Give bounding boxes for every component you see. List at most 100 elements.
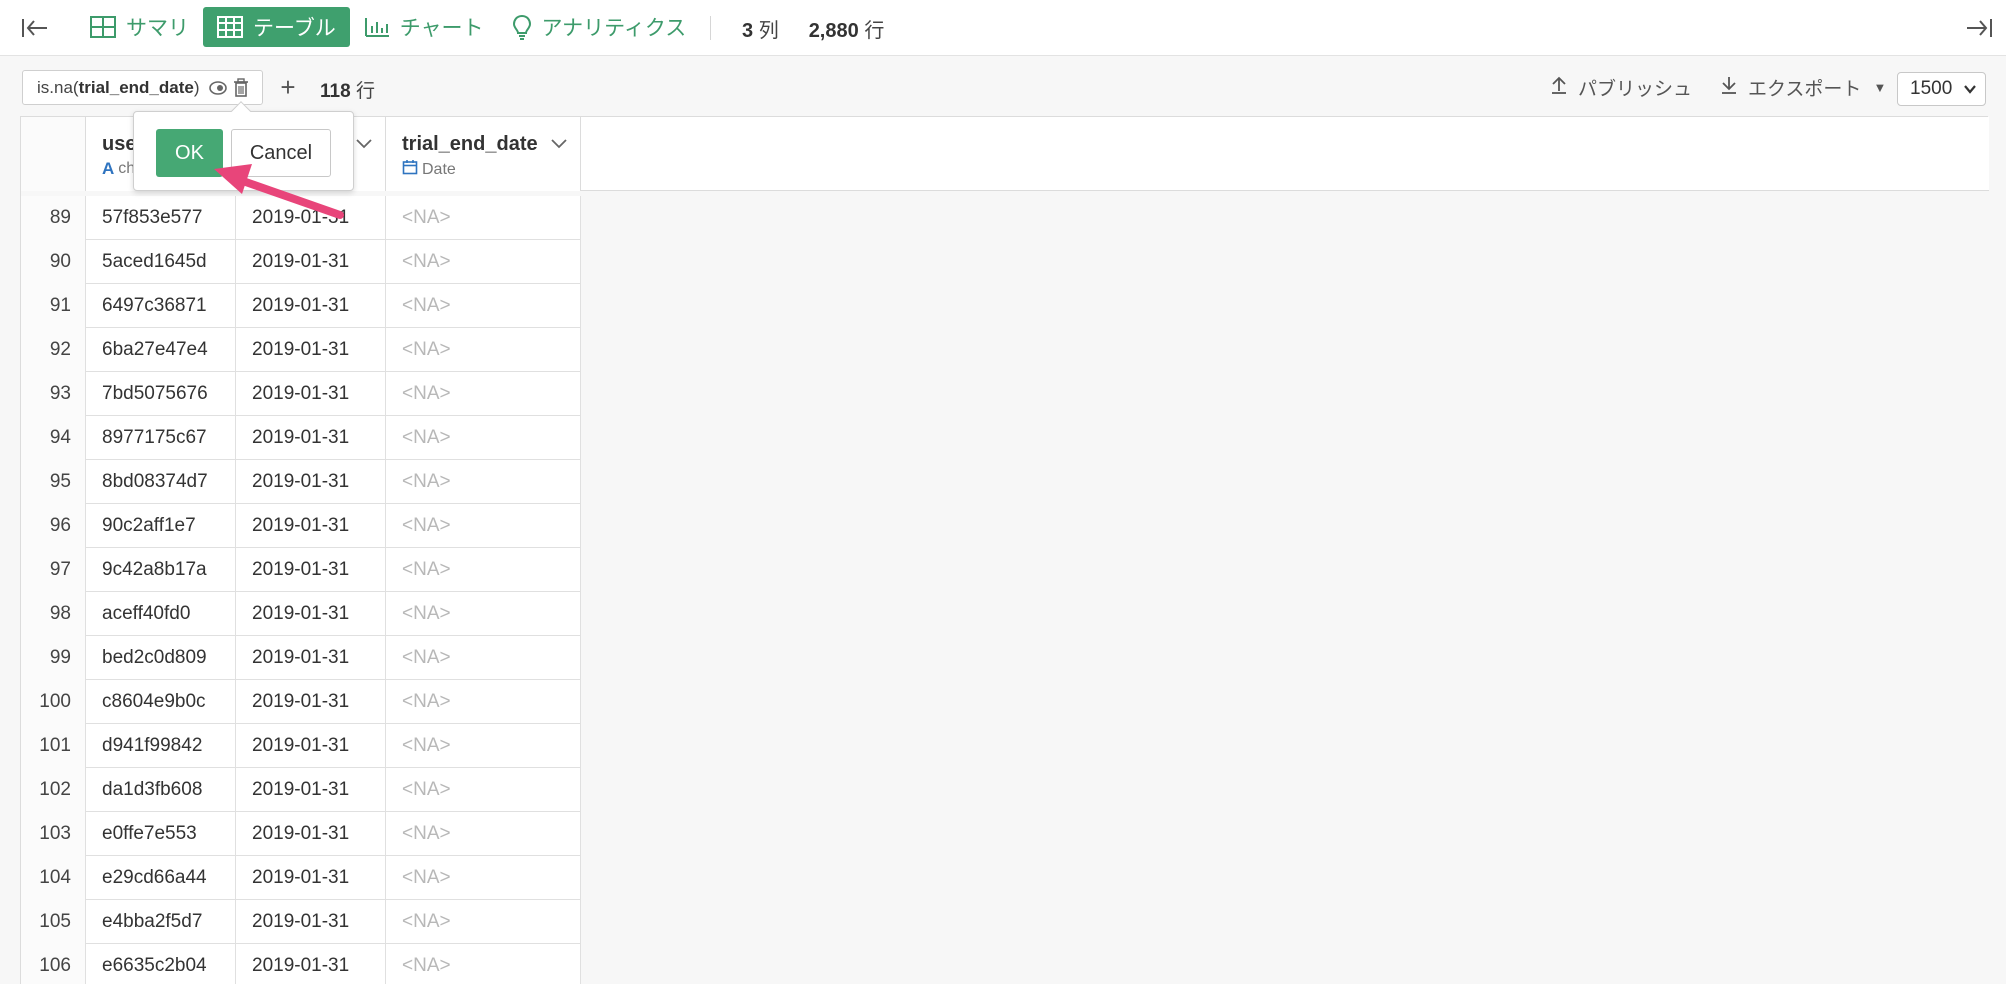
cell-user-id[interactable]: d941f99842: [86, 724, 236, 768]
row-index[interactable]: 104: [21, 856, 86, 900]
tab-summary[interactable]: サマリ: [76, 7, 203, 47]
chevron-down-icon[interactable]: [550, 137, 568, 156]
tab-analytics[interactable]: アナリティクス: [498, 7, 701, 47]
rows-per-page-select[interactable]: 1500: [1897, 72, 1986, 106]
cell-date[interactable]: 2019-01-31: [236, 416, 386, 460]
collapse-right-icon[interactable]: [1964, 14, 1994, 42]
tab-table[interactable]: テーブル: [203, 7, 350, 47]
row-index[interactable]: 99: [21, 636, 86, 680]
cell-date[interactable]: 2019-01-31: [236, 812, 386, 856]
row-index[interactable]: 89: [21, 196, 86, 240]
cell-date[interactable]: 2019-01-31: [236, 636, 386, 680]
cell-date[interactable]: 2019-01-31: [236, 284, 386, 328]
row-index[interactable]: 101: [21, 724, 86, 768]
cell-date[interactable]: 2019-01-31: [236, 768, 386, 812]
cell-trial-end-date[interactable]: <NA>: [386, 372, 581, 416]
cell-user-id[interactable]: aceff40fd0: [86, 592, 236, 636]
table-row: 103 e0ffe7e553 2019-01-31 <NA>: [21, 812, 581, 856]
cell-user-id[interactable]: e0ffe7e553: [86, 812, 236, 856]
cell-user-id[interactable]: 90c2aff1e7: [86, 504, 236, 548]
publish-button[interactable]: パブリッシュ: [1550, 74, 1692, 101]
cell-trial-end-date[interactable]: <NA>: [386, 196, 581, 240]
cancel-button[interactable]: Cancel: [231, 129, 331, 177]
cell-trial-end-date[interactable]: <NA>: [386, 724, 581, 768]
cell-user-id[interactable]: 6497c36871: [86, 284, 236, 328]
cell-user-id[interactable]: e6635c2b04: [86, 944, 236, 984]
column-count: 3 列: [742, 20, 779, 42]
cell-user-id[interactable]: 8bd08374d7: [86, 460, 236, 504]
ok-button[interactable]: OK: [156, 129, 223, 177]
cell-date[interactable]: 2019-01-31: [236, 328, 386, 372]
cell-trial-end-date[interactable]: <NA>: [386, 504, 581, 548]
cell-user-id[interactable]: 7bd5075676: [86, 372, 236, 416]
row-index[interactable]: 93: [21, 372, 86, 416]
cell-trial-end-date[interactable]: <NA>: [386, 240, 581, 284]
row-index[interactable]: 94: [21, 416, 86, 460]
cell-date[interactable]: 2019-01-31: [236, 900, 386, 944]
cell-trial-end-date[interactable]: <NA>: [386, 416, 581, 460]
row-index[interactable]: 102: [21, 768, 86, 812]
table-row: 96 90c2aff1e7 2019-01-31 <NA>: [21, 504, 581, 548]
tab-chart[interactable]: チャート: [350, 7, 498, 47]
cell-user-id[interactable]: e4bba2f5d7: [86, 900, 236, 944]
export-button[interactable]: エクスポート ▼: [1720, 74, 1886, 101]
row-index[interactable]: 95: [21, 460, 86, 504]
row-index[interactable]: 90: [21, 240, 86, 284]
cell-date[interactable]: 2019-01-31: [236, 944, 386, 984]
cell-date[interactable]: 2019-01-31: [236, 372, 386, 416]
data-size: 3 列 2,880 行: [742, 14, 884, 43]
cell-trial-end-date[interactable]: <NA>: [386, 680, 581, 724]
cell-trial-end-date[interactable]: <NA>: [386, 900, 581, 944]
upload-icon: [1550, 75, 1568, 101]
cell-user-id[interactable]: bed2c0d809: [86, 636, 236, 680]
table-row: 104 e29cd66a44 2019-01-31 <NA>: [21, 856, 581, 900]
cell-date[interactable]: 2019-01-31: [236, 724, 386, 768]
row-index[interactable]: 105: [21, 900, 86, 944]
cell-date[interactable]: 2019-01-31: [236, 856, 386, 900]
cell-trial-end-date[interactable]: <NA>: [386, 548, 581, 592]
eye-icon[interactable]: [208, 80, 228, 101]
cell-user-id[interactable]: 5aced1645d: [86, 240, 236, 284]
cell-date[interactable]: 2019-01-31: [236, 240, 386, 284]
column-header-trial-end-date[interactable]: trial_end_date Date: [386, 117, 581, 191]
row-index[interactable]: 92: [21, 328, 86, 372]
row-index[interactable]: 98: [21, 592, 86, 636]
cell-user-id[interactable]: 9c42a8b17a: [86, 548, 236, 592]
row-index[interactable]: 103: [21, 812, 86, 856]
cell-date[interactable]: 2019-01-31: [236, 548, 386, 592]
row-index[interactable]: 96: [21, 504, 86, 548]
cell-trial-end-date[interactable]: <NA>: [386, 592, 581, 636]
cell-user-id[interactable]: 57f853e577: [86, 196, 236, 240]
row-index[interactable]: 106: [21, 944, 86, 984]
table-row: 97 9c42a8b17a 2019-01-31 <NA>: [21, 548, 581, 592]
cell-date[interactable]: 2019-01-31: [236, 592, 386, 636]
table-row: 105 e4bba2f5d7 2019-01-31 <NA>: [21, 900, 581, 944]
cell-trial-end-date[interactable]: <NA>: [386, 768, 581, 812]
cell-trial-end-date[interactable]: <NA>: [386, 460, 581, 504]
cell-date[interactable]: 2019-01-31: [236, 680, 386, 724]
cell-user-id[interactable]: da1d3fb608: [86, 768, 236, 812]
cell-user-id[interactable]: c8604e9b0c: [86, 680, 236, 724]
row-index[interactable]: 91: [21, 284, 86, 328]
cell-trial-end-date[interactable]: <NA>: [386, 944, 581, 984]
cell-trial-end-date[interactable]: <NA>: [386, 284, 581, 328]
column-type: Date: [402, 159, 456, 180]
row-index[interactable]: 100: [21, 680, 86, 724]
bar-chart-icon: [364, 16, 390, 38]
trash-icon[interactable]: [233, 78, 249, 103]
filter-pill[interactable]: is.na(trial_end_date): [22, 70, 263, 105]
row-index[interactable]: 97: [21, 548, 86, 592]
cell-date[interactable]: 2019-01-31: [236, 460, 386, 504]
cell-user-id[interactable]: e29cd66a44: [86, 856, 236, 900]
collapse-left-icon[interactable]: [20, 14, 50, 42]
cell-trial-end-date[interactable]: <NA>: [386, 812, 581, 856]
cell-user-id[interactable]: 6ba27e47e4: [86, 328, 236, 372]
cell-date[interactable]: 2019-01-31: [236, 504, 386, 548]
chevron-down-icon[interactable]: [355, 137, 373, 156]
cell-trial-end-date[interactable]: <NA>: [386, 636, 581, 680]
cell-date[interactable]: 2019-01-31: [236, 196, 386, 240]
cell-trial-end-date[interactable]: <NA>: [386, 856, 581, 900]
cell-trial-end-date[interactable]: <NA>: [386, 328, 581, 372]
add-filter-icon[interactable]: +: [276, 72, 300, 102]
cell-user-id[interactable]: 8977175c67: [86, 416, 236, 460]
